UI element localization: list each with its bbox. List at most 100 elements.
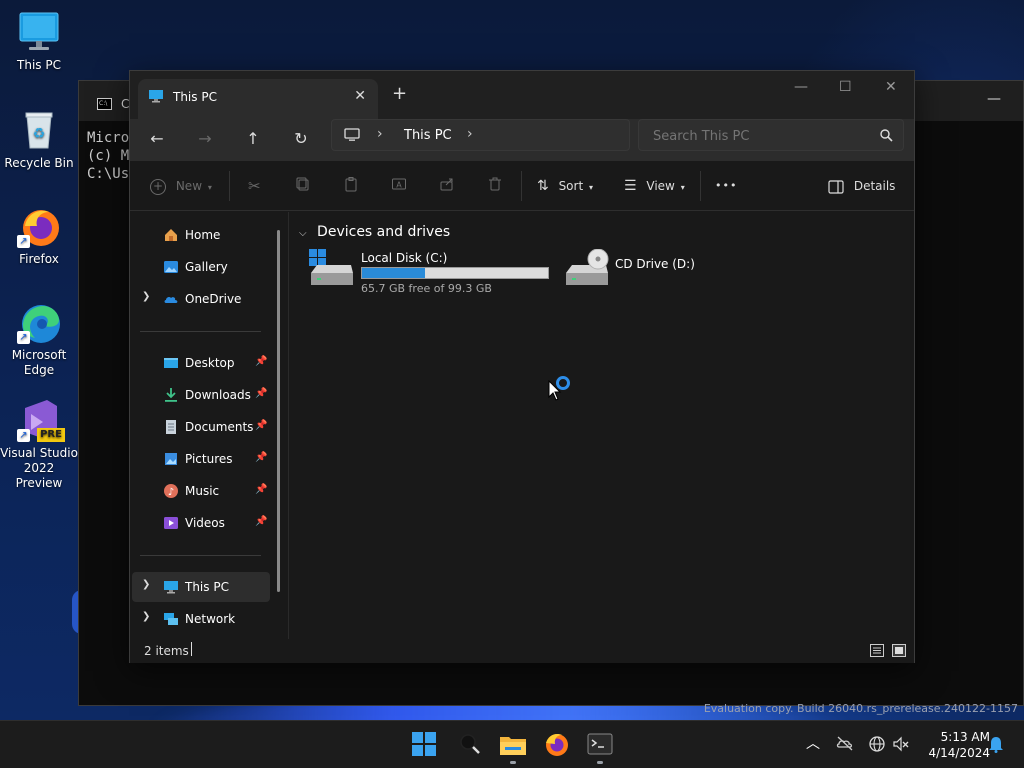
new-button[interactable]: + New ▾ xyxy=(150,176,212,196)
recycle-bin-icon: ♻ xyxy=(17,108,61,152)
file-explorer-window[interactable]: This PC ✕ + — ☐ ✕ ← → ↑ ↻ › This PC › Se… xyxy=(129,70,915,663)
drive-local-disk-c[interactable]: Local Disk (C:) 65.7 GB free of 99.3 GB xyxy=(309,249,559,297)
terminal-minimize-button[interactable]: — xyxy=(987,91,1001,107)
volume-muted-icon[interactable] xyxy=(892,735,910,753)
terminal-output[interactable]: Micro (c) M C:\Us xyxy=(87,129,129,183)
address-bar-wrapper: › This PC › xyxy=(331,119,630,151)
more-options-button[interactable]: ••• xyxy=(715,176,737,196)
network-icon xyxy=(163,611,179,627)
terminal-icon: C:\ xyxy=(97,98,112,110)
sidebar-item-this-pc[interactable]: ❯ This PC xyxy=(132,572,270,602)
group-header-devices[interactable]: ⌵ Devices and drives xyxy=(299,224,450,240)
close-button[interactable]: ✕ xyxy=(885,79,897,95)
sidebar-item-home[interactable]: Home xyxy=(130,220,270,250)
sidebar-item-label: Gallery xyxy=(185,260,228,274)
sidebar-item-documents[interactable]: Documents 📌 xyxy=(130,412,270,442)
sidebar-scrollbar[interactable] xyxy=(277,230,280,592)
onedrive-icon xyxy=(163,291,179,307)
details-pane-button[interactable]: Details xyxy=(828,176,895,196)
copy-button[interactable] xyxy=(295,176,311,196)
explorer-navigation-bar: ← → ↑ ↻ › This PC › xyxy=(130,119,914,161)
breadcrumb-separator[interactable]: › xyxy=(467,126,473,142)
content-pane[interactable]: ⌵ Devices and drives Local Disk (C:) 65.… xyxy=(289,212,914,639)
notification-bell-icon[interactable] xyxy=(987,735,1005,753)
drive-cd-d[interactable]: CD Drive (D:) xyxy=(564,248,714,289)
sidebar-item-desktop[interactable]: Desktop 📌 xyxy=(130,348,270,378)
breadcrumb-this-pc[interactable]: This PC xyxy=(404,128,452,143)
drive-label: Local Disk (C:) xyxy=(361,251,448,265)
firefox-icon: ↗ xyxy=(17,204,61,248)
tiles-view-button[interactable] xyxy=(892,644,906,657)
pin-icon[interactable]: 📌 xyxy=(255,420,267,431)
edge-icon: ↗ xyxy=(17,300,61,344)
clock-date: 4/14/2024 xyxy=(928,746,990,760)
chevron-right-icon[interactable]: ❯ xyxy=(142,611,150,622)
pin-icon[interactable]: 📌 xyxy=(255,388,267,399)
chevron-right-icon[interactable]: ❯ xyxy=(142,291,150,302)
explorer-tab-this-pc[interactable]: This PC ✕ xyxy=(138,79,378,119)
forward-button[interactable]: → xyxy=(193,127,217,151)
sidebar-item-videos[interactable]: Videos 📌 xyxy=(130,508,270,538)
share-button[interactable] xyxy=(439,176,455,196)
file-explorer-icon[interactable] xyxy=(499,731,527,759)
monitor-icon[interactable] xyxy=(344,128,360,142)
search-input[interactable] xyxy=(653,127,863,145)
command-bar: + New ▾ ✂ A ⇅ Sort ▾ ☰ View ▾ ••• Detail… xyxy=(130,161,914,211)
rename-button[interactable]: A xyxy=(391,176,407,196)
paste-button[interactable] xyxy=(343,176,359,196)
svg-text:♻: ♻ xyxy=(33,126,46,142)
sidebar-item-network[interactable]: ❯ Network xyxy=(130,604,270,634)
system-clock[interactable]: 5:13 AM 4/14/2024 xyxy=(918,729,990,761)
pin-icon[interactable]: 📌 xyxy=(255,356,267,367)
minimize-button[interactable]: — xyxy=(794,79,808,95)
desktop-icon-this-pc[interactable]: This PC xyxy=(0,10,78,73)
running-indicator xyxy=(510,761,516,764)
chevron-up-icon[interactable]: ︿ xyxy=(804,735,822,753)
sort-button-label: Sort xyxy=(558,179,584,193)
search-icon[interactable] xyxy=(457,731,485,759)
start-icon[interactable] xyxy=(411,731,439,759)
pin-icon[interactable]: 📌 xyxy=(255,484,267,495)
pin-icon[interactable]: 📌 xyxy=(255,452,267,463)
refresh-button[interactable]: ↻ xyxy=(289,127,313,151)
sort-button[interactable]: ⇅ Sort ▾ xyxy=(537,176,593,196)
close-tab-button[interactable]: ✕ xyxy=(354,88,366,104)
up-button[interactable]: ↑ xyxy=(241,127,265,151)
explorer-titlebar[interactable]: This PC ✕ + — ☐ ✕ xyxy=(130,71,914,119)
address-bar[interactable]: › This PC › xyxy=(331,119,630,151)
firefox-icon[interactable] xyxy=(543,731,571,759)
desktop-icon-recycle-bin[interactable]: ♻ Recycle Bin xyxy=(0,108,78,171)
search-box[interactable] xyxy=(638,119,904,151)
monitor-icon xyxy=(163,579,179,595)
desktop-icon-edge[interactable]: ↗ Microsoft Edge xyxy=(0,300,78,378)
toolbar-separator xyxy=(700,171,701,201)
network-globe-icon[interactable] xyxy=(868,735,886,753)
delete-button[interactable] xyxy=(487,176,503,196)
chevron-right-icon[interactable]: ❯ xyxy=(142,579,150,590)
new-tab-button[interactable]: + xyxy=(392,83,407,104)
monitor-icon xyxy=(148,89,164,103)
breadcrumb-separator[interactable]: › xyxy=(377,126,383,142)
sidebar-item-onedrive[interactable]: ❯ OneDrive xyxy=(130,284,270,314)
desktop-icon-firefox[interactable]: ↗ Firefox xyxy=(0,204,78,267)
sidebar-item-downloads[interactable]: Downloads 📌 xyxy=(130,380,270,410)
cut-button[interactable]: ✂ xyxy=(248,176,261,196)
documents-icon xyxy=(163,419,179,435)
terminal-icon[interactable] xyxy=(587,731,615,759)
desktop-icon-visual-studio[interactable]: PRE ↗ Visual Studio 2022 Preview xyxy=(0,398,78,491)
search-icon[interactable] xyxy=(879,128,893,142)
sidebar-item-gallery[interactable]: Gallery xyxy=(130,252,270,282)
details-view-button[interactable] xyxy=(870,644,884,657)
drive-usage-bar xyxy=(361,267,549,279)
sidebar-item-music[interactable]: ♪ Music 📌 xyxy=(130,476,270,506)
navigation-pane[interactable]: Home Gallery ❯ OneDrive Desktop 📌 Downlo… xyxy=(130,212,288,639)
desktop-folder-icon xyxy=(163,355,179,371)
back-button[interactable]: ← xyxy=(145,127,169,151)
view-button[interactable]: ☰ View ▾ xyxy=(624,176,685,196)
onedrive-offline-icon[interactable] xyxy=(836,735,854,753)
maximize-button[interactable]: ☐ xyxy=(839,79,852,95)
clock-time: 5:13 AM xyxy=(940,730,990,744)
sidebar-item-label: Desktop xyxy=(185,356,235,370)
pin-icon[interactable]: 📌 xyxy=(255,516,267,527)
sidebar-item-pictures[interactable]: Pictures 📌 xyxy=(130,444,270,474)
